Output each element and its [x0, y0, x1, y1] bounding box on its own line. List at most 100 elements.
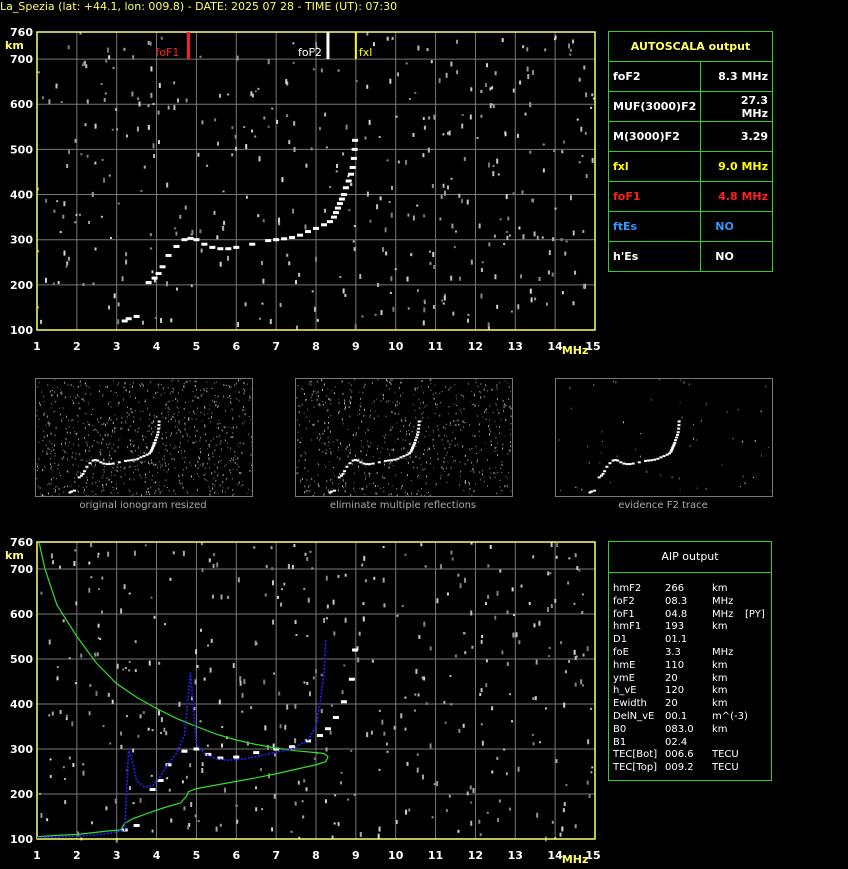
noise-dot [340, 444, 342, 446]
noise-dot [66, 470, 68, 473]
noise-dot [414, 91, 417, 94]
noise-dot [199, 439, 201, 442]
noise-dot [49, 422, 51, 424]
noise-dot [550, 604, 553, 609]
noise-dot [172, 551, 175, 555]
noise-dot [91, 490, 93, 492]
noise-dot [490, 440, 492, 443]
noise-dot [190, 801, 193, 807]
noise-dot [381, 447, 383, 449]
noise-dot [38, 418, 40, 421]
trace-point [69, 490, 73, 493]
noise-dot [492, 165, 495, 168]
noise-dot [166, 182, 169, 188]
aip-value: 120 [665, 685, 685, 697]
noise-dot [86, 154, 89, 158]
noise-dot [224, 426, 226, 428]
noise-dot [333, 631, 336, 636]
noise-dot [46, 450, 48, 453]
noise-dot [116, 483, 118, 485]
noise-dot [376, 447, 378, 450]
aip-row: hmF1 193 km [609, 621, 771, 634]
noise-dot [143, 165, 146, 169]
noise-dot [207, 443, 209, 445]
noise-dot [201, 420, 203, 422]
noise-dot [164, 485, 166, 487]
trace-point [672, 443, 676, 446]
noise-dot [71, 721, 74, 727]
noise-dot [248, 395, 250, 397]
noise-dot [200, 451, 202, 454]
noise-dot [403, 447, 405, 450]
noise-dot [459, 461, 461, 463]
noise-dot [421, 488, 423, 490]
noise-dot [159, 461, 161, 463]
noise-dot [689, 445, 691, 448]
noise-dot [40, 319, 43, 324]
noise-dot [208, 417, 210, 419]
noise-dot [485, 659, 488, 663]
noise-dot [574, 682, 577, 687]
noise-dot [318, 127, 321, 131]
noise-dot [320, 68, 323, 73]
noise-dot [332, 467, 334, 469]
noise-dot [172, 387, 174, 390]
noise-dot [760, 454, 762, 457]
noise-dot [102, 483, 104, 486]
noise-dot [300, 405, 302, 407]
noise-dot [390, 428, 392, 431]
noise-dot [688, 383, 690, 386]
noise-dot [57, 280, 60, 284]
noise-dot [121, 276, 124, 282]
noise-dot [298, 411, 300, 414]
noise-dot [444, 721, 447, 724]
noise-dot [561, 291, 564, 295]
noise-dot [178, 420, 180, 423]
noise-dot [386, 384, 388, 387]
noise-dot [68, 396, 70, 398]
noise-dot [305, 787, 308, 792]
noise-dot [292, 61, 295, 64]
noise-dot [67, 458, 69, 461]
trace-point [187, 236, 194, 240]
aip-row: hmF2 266 km [609, 583, 771, 596]
noise-dot [488, 425, 490, 428]
noise-dot [156, 457, 158, 459]
noise-dot [100, 83, 103, 86]
noise-dot [384, 434, 386, 437]
noise-dot [475, 382, 477, 384]
y-tick-label: 700 [10, 53, 33, 66]
noise-dot [76, 414, 78, 416]
noise-dot [63, 201, 66, 207]
noise-dot [144, 544, 147, 547]
noise-dot [51, 711, 54, 716]
noise-dot [317, 403, 319, 405]
noise-dot [301, 800, 304, 803]
noise-dot [360, 450, 362, 453]
noise-dot [238, 481, 240, 484]
trace-point [625, 463, 629, 466]
noise-dot [330, 402, 332, 405]
noise-dot [502, 443, 504, 446]
noise-dot [85, 481, 87, 484]
noise-dot [494, 446, 496, 449]
noise-dot [103, 466, 105, 468]
noise-dot [160, 384, 162, 386]
noise-dot [396, 404, 398, 407]
noise-dot [370, 441, 372, 444]
trace-point [399, 456, 403, 459]
noise-dot [196, 429, 198, 432]
noise-dot [399, 430, 401, 432]
noise-dot [107, 551, 110, 557]
noise-dot [442, 183, 445, 188]
noise-dot [232, 494, 234, 496]
noise-dot [147, 490, 149, 493]
noise-dot [587, 445, 589, 448]
noise-dot [493, 471, 495, 474]
noise-dot [64, 800, 67, 805]
noise-dot [321, 442, 323, 444]
noise-dot [250, 490, 252, 492]
noise-dot [351, 390, 353, 393]
noise-dot [272, 619, 275, 625]
noise-dot [495, 472, 497, 474]
